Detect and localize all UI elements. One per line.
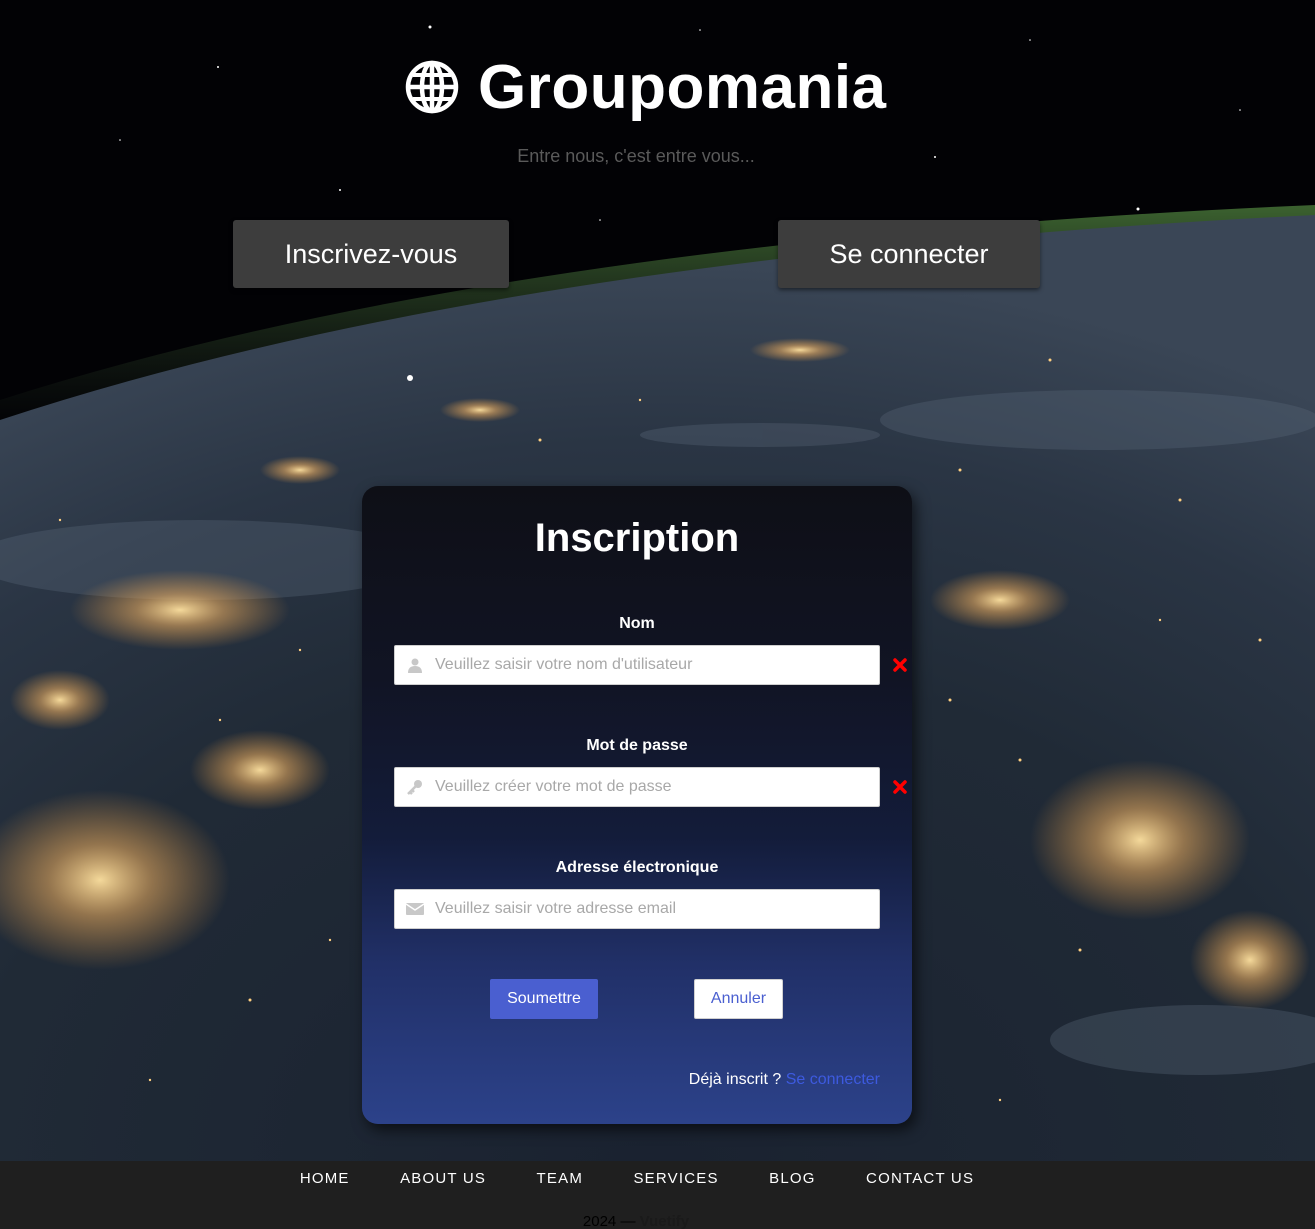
envelope-icon bbox=[395, 890, 435, 928]
footer-link-about-us[interactable]: ABOUT US bbox=[400, 1170, 486, 1187]
username-label: Nom bbox=[619, 615, 655, 632]
footer-link-contact-us[interactable]: CONTACT US bbox=[866, 1170, 974, 1187]
email-field[interactable] bbox=[394, 889, 880, 929]
password-error-icon bbox=[893, 780, 907, 794]
user-icon bbox=[395, 646, 435, 684]
login-link[interactable]: Se connecter bbox=[786, 1071, 880, 1088]
brand: Groupomania bbox=[404, 52, 887, 122]
tagline: Entre nous, c'est entre vous... bbox=[517, 146, 755, 166]
email-label: Adresse électronique bbox=[555, 859, 719, 876]
username-input[interactable] bbox=[435, 647, 879, 683]
footer-link-services[interactable]: SERVICES bbox=[633, 1170, 718, 1187]
footer: HOME ABOUT US TEAM SERVICES BLOG CONTACT… bbox=[0, 1161, 1315, 1229]
already-registered: Déjà inscrit ? Se connecter bbox=[600, 1071, 880, 1089]
footer-link-home[interactable]: HOME bbox=[300, 1170, 350, 1187]
email-input[interactable] bbox=[435, 891, 879, 927]
brand-name: Groupomania bbox=[478, 52, 887, 122]
cancel-button[interactable]: Annuler bbox=[694, 979, 783, 1019]
password-field[interactable] bbox=[394, 767, 880, 807]
copyright-year: 2024 — bbox=[582, 1213, 636, 1229]
copyright: 2024 — Vuetify bbox=[0, 1213, 1272, 1229]
username-field[interactable] bbox=[394, 645, 880, 685]
submit-button[interactable]: Soumettre bbox=[490, 979, 598, 1019]
globe-icon bbox=[405, 60, 459, 114]
footer-link-blog[interactable]: BLOG bbox=[769, 1170, 815, 1187]
login-button[interactable]: Se connecter bbox=[778, 220, 1040, 288]
form-title: Inscription bbox=[534, 516, 740, 560]
username-error-icon bbox=[893, 658, 907, 672]
signup-button[interactable]: Inscrivez-vous bbox=[233, 220, 509, 288]
already-registered-text: Déjà inscrit ? bbox=[688, 1071, 782, 1088]
key-icon bbox=[395, 768, 435, 806]
password-input[interactable] bbox=[435, 769, 879, 805]
copyright-credit: Vuetify bbox=[639, 1213, 690, 1229]
footer-link-team[interactable]: TEAM bbox=[537, 1170, 583, 1187]
page-header: Groupomania Entre nous, c'est entre vous… bbox=[0, 0, 1315, 200]
footer-nav: HOME ABOUT US TEAM SERVICES BLOG CONTACT… bbox=[0, 1170, 1274, 1188]
password-label: Mot de passe bbox=[586, 737, 688, 754]
